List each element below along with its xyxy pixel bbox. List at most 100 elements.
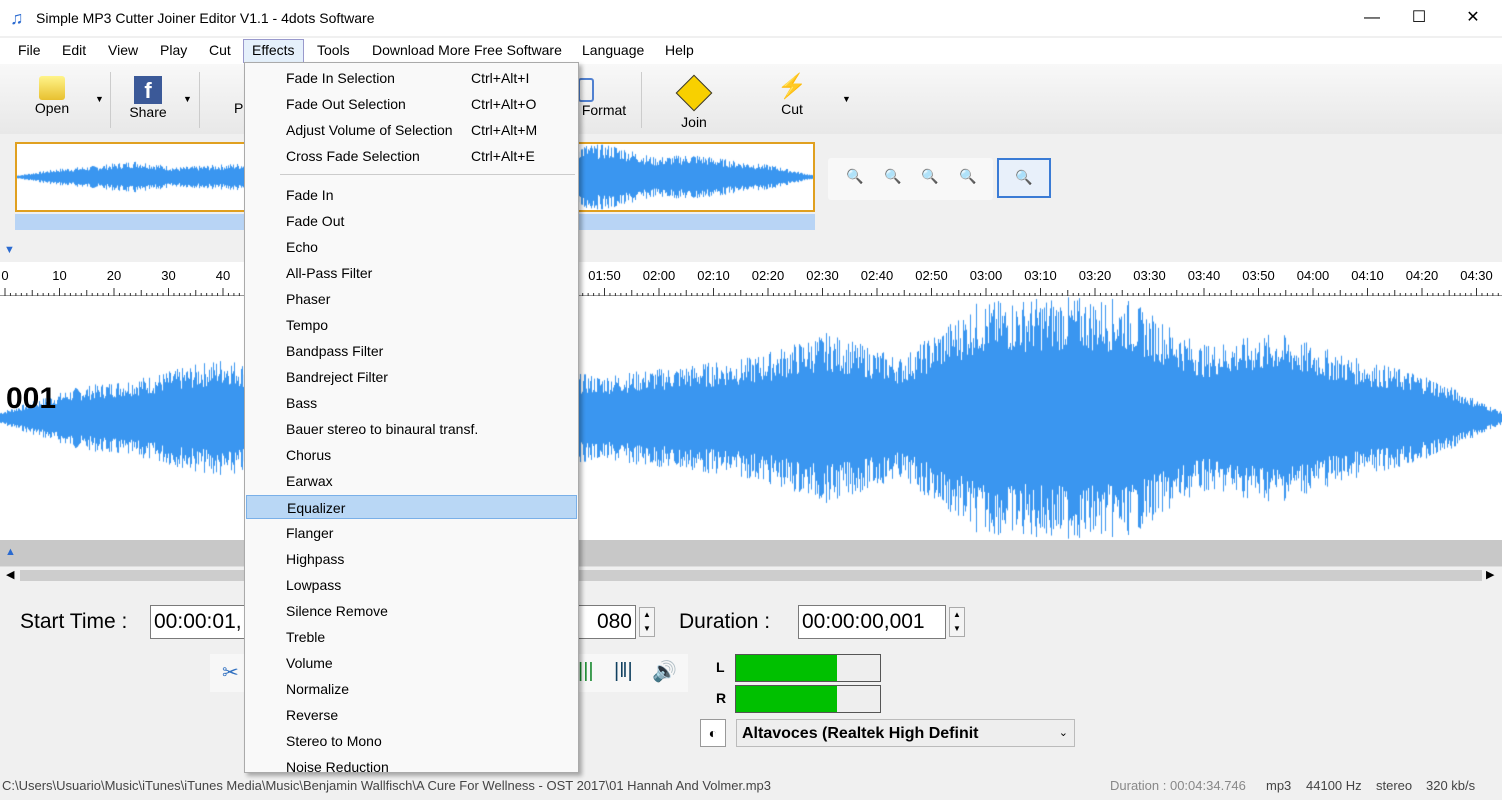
menu-item[interactable]: Normalize bbox=[246, 677, 577, 701]
ruler-label: 10 bbox=[52, 268, 67, 283]
waveform-select-icon[interactable]: |‖| bbox=[614, 660, 633, 683]
start-marker-icon[interactable]: ▼ bbox=[4, 244, 15, 256]
open-dropdown-arrow[interactable]: ▼ bbox=[95, 94, 104, 104]
menu-item[interactable]: Earwax bbox=[246, 469, 577, 493]
status-format: mp3 bbox=[1266, 778, 1292, 793]
ruler-label: 03:50 bbox=[1242, 268, 1275, 283]
menu-cut[interactable]: Cut bbox=[209, 42, 231, 58]
scroll-thumb[interactable] bbox=[20, 570, 1482, 581]
menu-item[interactable]: Noise Reduction bbox=[246, 755, 577, 779]
start-time-label: Start Time : bbox=[20, 610, 128, 633]
zoom-selection-icon[interactable]: 🔍 bbox=[959, 168, 976, 185]
menu-item[interactable]: Tempo bbox=[246, 313, 577, 337]
waveform-footer: ▲ bbox=[0, 540, 1502, 566]
ruler-label: 40 bbox=[215, 268, 231, 283]
menu-item[interactable]: Fade In Selection Ctrl+Alt+I bbox=[246, 66, 577, 90]
menu-view[interactable]: View bbox=[108, 42, 138, 58]
end-marker-icon[interactable]: ▲ bbox=[5, 546, 16, 558]
menu-item[interactable]: Stereo to Mono bbox=[246, 729, 577, 753]
menu-item[interactable]: Chorus bbox=[246, 443, 577, 467]
menu-item[interactable]: Adjust Volume of Selection Ctrl+Alt+M bbox=[246, 118, 577, 142]
menu-item[interactable]: Volume bbox=[246, 651, 577, 675]
effects-menu: Fade In Selection Ctrl+Alt+I Fade Out Sele… bbox=[244, 62, 579, 775]
cut-button[interactable]: ⚡ Cut bbox=[770, 72, 814, 117]
duration-input[interactable]: 00:00:00,001 bbox=[798, 605, 946, 639]
menu-item-label: Noise Reduction bbox=[286, 759, 389, 775]
menu-separator bbox=[280, 174, 575, 175]
maximize-button[interactable]: ☐ bbox=[1396, 4, 1442, 32]
menu-item-label: Fade Out Selection bbox=[286, 96, 406, 112]
zoom-all-button[interactable]: 🔍 bbox=[997, 158, 1051, 198]
menu-language[interactable]: Language bbox=[582, 42, 644, 58]
window-title: Simple MP3 Cutter Joiner Editor V1.1 - 4… bbox=[36, 10, 375, 26]
menu-item-label: Stereo to Mono bbox=[286, 733, 382, 749]
menu-edit[interactable]: Edit bbox=[62, 42, 86, 58]
duration-spinner[interactable]: ▲ ▼ bbox=[949, 607, 965, 637]
menu-file[interactable]: File bbox=[18, 42, 41, 58]
end-time-spinner[interactable]: ▲ ▼ bbox=[639, 607, 655, 637]
open-button[interactable]: Open bbox=[30, 76, 74, 116]
menu-item-label: Treble bbox=[286, 629, 326, 645]
menu-item[interactable]: Lowpass bbox=[246, 573, 577, 597]
zoom-out-icon[interactable]: 🔍 bbox=[884, 168, 901, 185]
menu-item-shortcut: Ctrl+Alt+E bbox=[471, 148, 535, 164]
ruler-label: 02:20 bbox=[751, 268, 785, 283]
menu-item[interactable]: Treble bbox=[246, 625, 577, 649]
menu-item[interactable]: Cross Fade Selection Ctrl+Alt+E bbox=[246, 144, 577, 168]
menu-item-label: Reverse bbox=[286, 707, 339, 723]
ruler-ticks bbox=[4, 288, 1499, 296]
scroll-right-icon[interactable]: ▶ bbox=[1486, 568, 1494, 581]
right-channel-label: R bbox=[716, 690, 727, 706]
menu-item[interactable]: Reverse bbox=[246, 703, 577, 727]
menu-item[interactable]: Highpass bbox=[246, 547, 577, 571]
ruler-label: 0 bbox=[1, 268, 9, 283]
share-button[interactable]: f Share bbox=[126, 76, 170, 120]
menu-item-label: Lowpass bbox=[286, 577, 342, 593]
menu-item[interactable]: Fade In bbox=[246, 183, 577, 207]
menu-item[interactable]: Equalizer bbox=[246, 495, 577, 519]
facebook-icon: f bbox=[134, 76, 162, 104]
output-device-select[interactable]: Altavoces (Realtek High Definit ⌄ bbox=[736, 719, 1075, 747]
menu-item-label: Normalize bbox=[286, 681, 350, 697]
zoom-in-icon[interactable]: 🔍 bbox=[846, 168, 863, 185]
zoom-toolbar: 🔍 🔍 🔍 🔍 bbox=[828, 158, 993, 200]
scroll-left-icon[interactable]: ◀ bbox=[6, 568, 14, 581]
menu-tools[interactable]: Tools bbox=[317, 42, 350, 58]
menu-item[interactable]: Bass bbox=[246, 391, 577, 415]
menu-item[interactable]: Bauer stereo to binaural transf. bbox=[246, 417, 577, 441]
menu-help[interactable]: Help bbox=[665, 42, 694, 58]
menu-item[interactable]: Bandreject Filter bbox=[246, 365, 577, 389]
cut-icon: ⚡ bbox=[777, 73, 807, 100]
menu-item[interactable]: Fade Out bbox=[246, 209, 577, 233]
menu-item[interactable]: Fade Out Selection Ctrl+Alt+O bbox=[246, 92, 577, 116]
menu-item[interactable]: Silence Remove bbox=[246, 599, 577, 623]
menu-item-label: Fade In bbox=[286, 187, 334, 203]
waveform-view[interactable]: 001 bbox=[0, 296, 1502, 540]
menu-item[interactable]: All-Pass Filter bbox=[246, 261, 577, 285]
speaker-icon[interactable]: 🔊 bbox=[652, 659, 677, 684]
ruler-label: 02:40 bbox=[860, 268, 894, 283]
format-button[interactable]: Format bbox=[578, 78, 630, 118]
menu-item[interactable]: Echo bbox=[246, 235, 577, 259]
format-label: Format bbox=[581, 102, 627, 118]
menu-download[interactable]: Download More Free Software bbox=[372, 42, 562, 58]
share-dropdown-arrow[interactable]: ▼ bbox=[183, 94, 192, 104]
zoom-fit-icon[interactable]: 🔍 bbox=[921, 168, 938, 185]
menu-item[interactable]: Flanger bbox=[246, 521, 577, 545]
time-ruler[interactable]: 0 10 20 30 40 01:50 02:00 02:10 02:20 02:30 02:40 0… bbox=[0, 262, 1502, 296]
menu-play[interactable]: Play bbox=[160, 42, 187, 58]
minimize-button[interactable]: — bbox=[1349, 4, 1395, 32]
close-button[interactable]: ✕ bbox=[1450, 4, 1496, 32]
partial-button[interactable]: P bbox=[234, 100, 243, 116]
cut-label: Cut bbox=[781, 101, 803, 117]
waveform-play-icon[interactable]: ||| bbox=[578, 660, 594, 683]
scissors-icon[interactable]: ✂ bbox=[222, 660, 239, 685]
cut-dropdown-arrow[interactable]: ▼ bbox=[842, 94, 851, 104]
horizontal-scrollbar[interactable]: ◀ ▶ bbox=[0, 566, 1502, 584]
ruler-label: 03:30 bbox=[1133, 268, 1166, 283]
menu-effects[interactable]: Effects bbox=[243, 39, 304, 63]
menu-item[interactable]: Bandpass Filter bbox=[246, 339, 577, 363]
device-icon[interactable]: ◐ bbox=[700, 719, 726, 747]
join-button[interactable]: Join bbox=[672, 74, 716, 130]
menu-item[interactable]: Phaser bbox=[246, 287, 577, 311]
